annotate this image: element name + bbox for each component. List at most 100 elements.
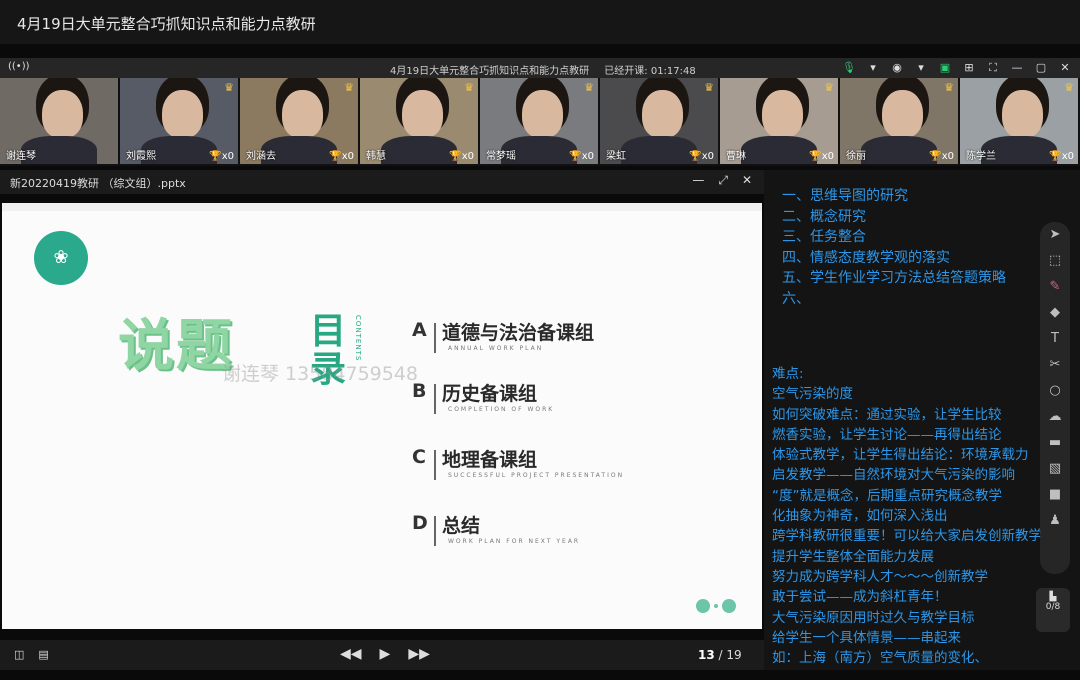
prev-slide-icon[interactable]: ◀◀ (340, 646, 362, 662)
participant-face (282, 90, 323, 139)
board-page-count: 0/8 (1045, 602, 1061, 612)
shape-icon[interactable]: ○ (1040, 378, 1070, 404)
participant-tile[interactable]: ♛ 梁虹 🏆x0 (600, 78, 718, 164)
elapsed-time: 已经开课: 01:17:48 (604, 66, 696, 77)
toc-item: D 总结 WORK PLAN FOR NEXT YEAR (412, 512, 732, 552)
toc-divider (434, 516, 436, 546)
select-icon[interactable]: ⬚ (1040, 248, 1070, 274)
pen-icon[interactable]: ✎ (1040, 274, 1070, 300)
dropdown-icon[interactable]: ▾ (914, 60, 928, 76)
notes-panel[interactable]: 一、思维导图的研究 二、概念研究 三、任务整合 四、情感态度教学观的落实 五、学生作业学… (764, 170, 1080, 670)
watermark: 谢连琴 13584759548 (222, 363, 419, 385)
sidebar-toggle-icon[interactable]: ◫ (14, 648, 24, 661)
participant-face (642, 90, 683, 139)
close-icon[interactable]: ✕ (742, 173, 752, 188)
trophy-icon: 🏆x0 (929, 151, 954, 162)
scissors-icon[interactable]: ✂ (1040, 352, 1070, 378)
trophy-icon: 🏆x0 (1049, 151, 1074, 162)
play-icon[interactable]: ▶ (380, 646, 391, 662)
decorative-dots (696, 599, 736, 613)
participant-face (402, 90, 443, 139)
note-line: “度”就是概念，后期重点研究概念教学 (772, 487, 1002, 504)
page-current: 13 (698, 648, 715, 662)
participant-tile[interactable]: ♛ 曹琳 🏆x0 (720, 78, 838, 164)
crown-icon: ♛ (584, 81, 594, 94)
camera-icon[interactable]: ■ (1040, 482, 1070, 508)
toc-title: 道德与法治备课组 (442, 322, 595, 344)
participant-name: 梁虹 (606, 151, 626, 162)
cursor-icon[interactable]: ➤ (1040, 222, 1070, 248)
user-icon[interactable]: ♟ (1040, 508, 1070, 534)
note-line: 体验式教学，让学生得出结论：环境承载力 (772, 447, 1029, 464)
notes-icon[interactable]: ▤ (38, 648, 48, 661)
toc-divider (434, 323, 436, 353)
minimize-icon[interactable]: — (1010, 60, 1024, 76)
save-icon[interactable]: ▬ (1040, 430, 1070, 456)
ppt-filename: 新20220419教研 （综文组）.pptx (10, 177, 186, 190)
participant-tile[interactable]: ♛ 陈学兰 🏆x0 (960, 78, 1078, 164)
slide-top-band (2, 203, 762, 211)
minimize-icon[interactable]: — (692, 173, 704, 188)
participant-name: 徐丽 (846, 151, 866, 162)
toc-letter: A (412, 319, 427, 341)
toc-subtitle: ANNUAL WORK PLAN (448, 345, 544, 352)
toc-divider (434, 384, 436, 414)
note-line: 启发教学——自然环境对大气污染的影响 (772, 467, 1015, 484)
ppt-footer: ◫ ▤ ◀◀ ▶ ▶▶ 13 / 19 (0, 640, 764, 670)
toc-item: A 道德与法治备课组 ANNUAL WORK PLAN (412, 319, 732, 359)
crown-icon: ♛ (944, 81, 954, 94)
participant-tile[interactable]: ♛ 刘霞熙 🏆x0 (120, 78, 238, 164)
dropdown-icon[interactable]: ▾ (866, 60, 880, 76)
trophy-count: x0 (341, 151, 354, 162)
participant-name: 刘霞熙 (126, 151, 156, 162)
fullscreen-icon[interactable]: ⛶ (986, 60, 1000, 76)
crown-icon: ♛ (824, 81, 834, 94)
note-line: 化抽象为神奇，如何深入浅出 (772, 508, 948, 525)
notes-outline: 一、思维导图的研究 二、概念研究 三、任务整合 四、情感态度教学观的落实 五、学生作业学… (782, 186, 1006, 309)
participant-face (42, 90, 83, 139)
meeting-controls: 🎙 ▾ ◉ ▾ ▣ ⊞ ⛶ — ▢ ✕ (842, 60, 1072, 76)
expand-icon[interactable]: ⤢ (718, 173, 728, 188)
camera-icon[interactable]: ▣ (938, 60, 952, 76)
slide-navigation: ◀◀ ▶ ▶▶ (340, 646, 430, 662)
participant-name: 曹琳 (726, 151, 746, 162)
crown-icon: ♛ (344, 81, 354, 94)
trophy-count: x0 (941, 151, 954, 162)
toc-letter: B (412, 380, 427, 402)
meeting-title: 4月19日大单元整合巧抓知识点和能力点教研 (390, 66, 590, 77)
board-pager[interactable]: ▙ 0/8 (1036, 588, 1070, 632)
trophy-icon: 🏆x0 (449, 151, 474, 162)
board-icon: ▙ (1049, 592, 1057, 602)
layout-icon[interactable]: ⊞ (962, 60, 976, 76)
toc-letter: D (412, 512, 428, 534)
participant-name: 刘涵去 (246, 151, 276, 162)
participant-body (621, 136, 697, 164)
maximize-icon[interactable]: ▢ (1034, 60, 1048, 76)
microphone-icon[interactable]: 🎙 (842, 60, 856, 76)
trophy-icon: 🏆x0 (209, 151, 234, 162)
participant-tile[interactable]: ♛ 韩慧 🏆x0 (360, 78, 478, 164)
speaker-icon[interactable]: ◉ (890, 60, 904, 76)
text-icon[interactable]: T (1040, 326, 1070, 352)
toc-subtitle: COMPLETION OF WORK (448, 406, 555, 413)
participant-tile[interactable]: ♛ 刘涵去 🏆x0 (240, 78, 358, 164)
next-slide-icon[interactable]: ▶▶ (408, 646, 430, 662)
crown-icon: ♛ (1064, 81, 1074, 94)
participant-name: 韩慧 (366, 151, 386, 162)
crown-icon: ♛ (224, 81, 234, 94)
trophy-count: x0 (581, 151, 594, 162)
note-line: 提升学生整体全面能力发展 (772, 548, 934, 565)
slide-heading: 说题 (118, 314, 234, 379)
close-icon[interactable]: ✕ (1058, 60, 1072, 76)
eraser-icon[interactable]: ◆ (1040, 300, 1070, 326)
meeting-info: 4月19日大单元整合巧抓知识点和能力点教研 已经开课: 01:17:48 (390, 62, 708, 77)
slide-canvas: ❀ 说题 目录 CONTENTS 谢连琴 13584759548 A 道德与法治… (2, 203, 762, 629)
cloud-icon[interactable]: ☁ (1040, 404, 1070, 430)
page-total: / 19 (718, 648, 742, 662)
participant-tile[interactable]: ♛ 徐丽 🏆x0 (840, 78, 958, 164)
participant-tile[interactable]: ♛ 常梦瑶 🏆x0 (480, 78, 598, 164)
image-icon[interactable]: ▧ (1040, 456, 1070, 482)
participant-tile[interactable]: 谢连琴 (0, 78, 118, 164)
meeting-bar: ((•)) 4月19日大单元整合巧抓知识点和能力点教研 已经开课: 01:17:… (0, 58, 1080, 78)
note-line: 给学生一个具体情景——串起来 (772, 629, 961, 646)
